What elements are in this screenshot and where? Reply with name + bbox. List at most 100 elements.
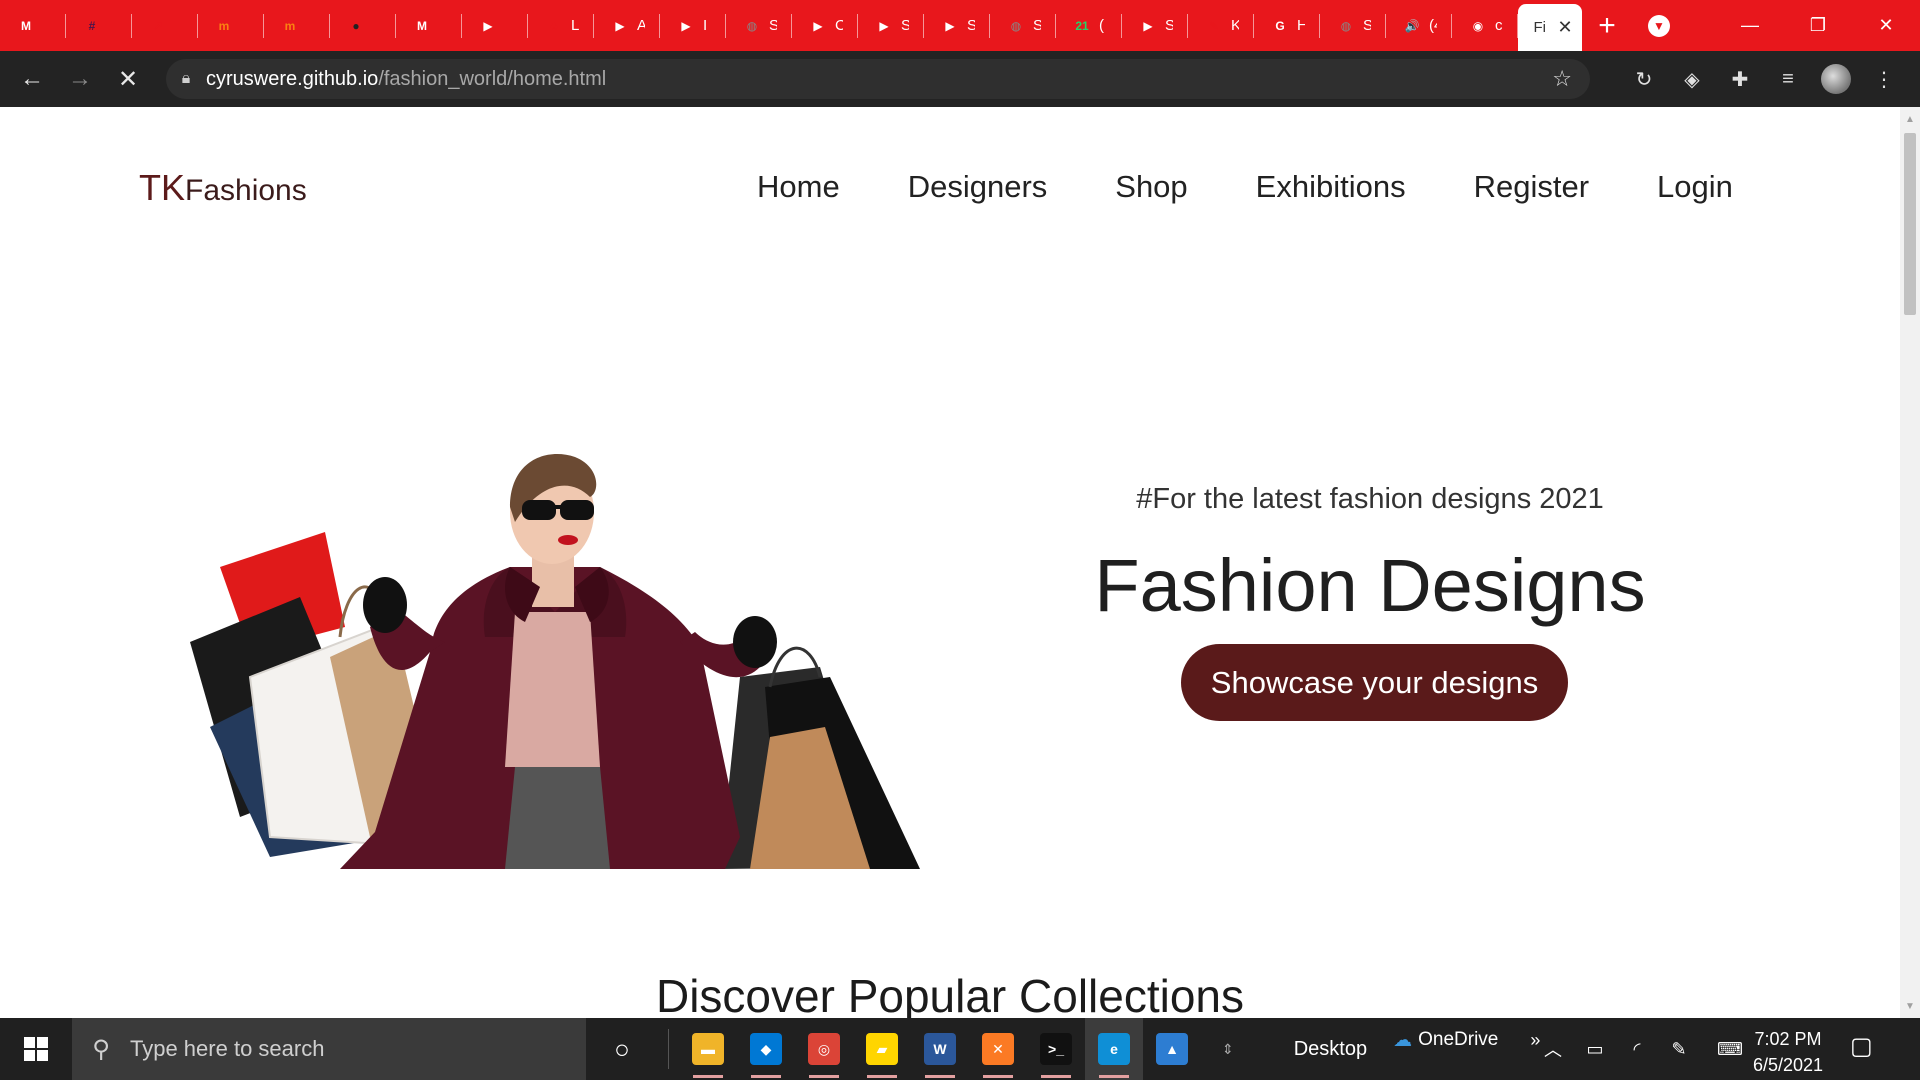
bookmark-star-icon[interactable]: ☆	[1552, 66, 1572, 92]
taskbar-app-button[interactable]: e	[1085, 1018, 1143, 1080]
taskbar-app-button[interactable]: ✕	[969, 1018, 1027, 1080]
taskbar-scroll-icon[interactable]: ⇕	[1222, 1041, 1234, 1058]
taskbar-app-button[interactable]: W	[911, 1018, 969, 1080]
wand-icon: ✎	[1208, 18, 1220, 33]
scroll-down-icon[interactable]: ▼	[1900, 996, 1920, 1016]
tab-title: S	[1033, 17, 1041, 34]
onedrive-toolbar[interactable]: ☁ OneDrive	[1393, 1029, 1498, 1052]
extensions-puzzle-icon[interactable]: ✚	[1716, 51, 1764, 107]
hero-tagline: #For the latest fashion designs 2021	[1136, 483, 1604, 515]
taskbar-app-button[interactable]: ▰	[853, 1018, 911, 1080]
extension-colorful-icon[interactable]: ◈	[1668, 51, 1716, 107]
scroll-up-icon[interactable]: ▲	[1900, 109, 1920, 129]
menu-kebab-icon[interactable]: ⋮	[1860, 51, 1908, 107]
browser-tab[interactable]: ▶ A	[594, 0, 660, 51]
browser-tab[interactable]: GH	[1254, 0, 1320, 51]
stop-loading-button[interactable]: ✕	[104, 51, 152, 107]
browser-tab[interactable]: ▶	[462, 0, 528, 51]
browser-tab[interactable]: ◍ S	[1320, 0, 1386, 51]
speaker-icon: 🔊	[1404, 18, 1420, 33]
browser-tab[interactable]: ▶ C	[792, 0, 858, 51]
browser-tab[interactable]: 🔊 (4	[1386, 0, 1452, 51]
extension-refresh-icon[interactable]: ↻	[1620, 51, 1668, 107]
nav-login[interactable]: Login	[1657, 169, 1733, 205]
site-logo[interactable]: TKFashions	[139, 167, 307, 209]
restore-button[interactable]: ❐	[1784, 0, 1852, 51]
browser-tab[interactable]: #	[66, 0, 132, 51]
tab-title: S	[901, 17, 909, 34]
browser-tab[interactable]: ◍ S	[990, 0, 1056, 51]
browser-tab[interactable]: 21 (	[1056, 0, 1122, 51]
taskbar-clock[interactable]: 7:02 PM 6/5/2021	[1738, 1026, 1838, 1078]
desktop-toolbar[interactable]: Desktop	[1294, 1038, 1367, 1061]
nav-exhibitions[interactable]: Exhibitions	[1256, 169, 1406, 205]
word-icon: W	[924, 1033, 956, 1065]
tab-list: M#↗mm●M▶♣L▶A▶I◍S▶C▶S▶S◍S21(▶S✎KGH◍S🔊(4◉c	[0, 0, 1518, 51]
browser-tab[interactable]: ▶ I	[660, 0, 726, 51]
show-hidden-icons-icon[interactable]: ︿	[1532, 1036, 1574, 1062]
clock-time: 7:02 PM	[1754, 1029, 1822, 1049]
browser-tab[interactable]: ▶ S	[1122, 0, 1188, 51]
battery-icon[interactable]: ▭	[1574, 1039, 1616, 1060]
windows-start-button[interactable]	[0, 1018, 72, 1080]
browser-tab[interactable]: ↗	[132, 0, 198, 51]
browser-tab[interactable]: ✎ K	[1188, 0, 1254, 51]
close-tab-icon[interactable]: ✕	[1557, 17, 1572, 38]
nav-home[interactable]: Home	[757, 169, 840, 205]
page-scrollbar[interactable]: ▲ ▼	[1900, 107, 1920, 1018]
media-control-icon[interactable]: ≡	[1764, 51, 1812, 107]
nav-designers[interactable]: Designers	[908, 169, 1048, 205]
browser-tab[interactable]: ♣ L	[528, 0, 594, 51]
youtube-icon: ▶	[945, 18, 955, 33]
tab-title: S	[967, 17, 975, 34]
edge-icon: e	[1098, 1033, 1130, 1065]
browser-tab[interactable]: ◍ S	[726, 0, 792, 51]
address-bar[interactable]: 🔒︎ cyruswere.github.io /fashion_world/ho…	[166, 59, 1590, 99]
tab-search-icon[interactable]: ▼	[1648, 14, 1670, 37]
browser-tab[interactable]: ▶ S	[858, 0, 924, 51]
browser-tab[interactable]: ▶ S	[924, 0, 990, 51]
nav-shop[interactable]: Shop	[1115, 169, 1187, 205]
windows-logo-icon	[24, 1037, 48, 1061]
pen-icon[interactable]: ✎	[1658, 1039, 1700, 1060]
lock-icon[interactable]: 🔒︎	[166, 70, 206, 88]
browser-tab[interactable]: M	[396, 0, 462, 51]
notification-icon[interactable]: ▢	[1850, 1032, 1873, 1061]
gmail-icon: M	[21, 18, 31, 33]
windows-taskbar: ⚲ Type here to search ○ ▬ ◆ ◎ ▰ W ✕ >_ e ▲ ⇕ Des…	[0, 1018, 1920, 1080]
onedrive-label: OneDrive	[1418, 1029, 1499, 1050]
github-icon: ◉	[1472, 18, 1484, 33]
browser-tab[interactable]: ●	[330, 0, 396, 51]
page-viewport: TKFashions Home Designers Shop Exhibitio…	[0, 107, 1900, 1018]
taskbar-app-button[interactable]: ▲	[1143, 1018, 1201, 1080]
taskbar-app-button[interactable]: ◎	[795, 1018, 853, 1080]
back-button[interactable]: ←	[8, 51, 56, 107]
new-tab-button[interactable]: +	[1582, 0, 1632, 51]
browser-tab[interactable]: m	[264, 0, 330, 51]
showcase-designs-button[interactable]: Showcase your designs	[1181, 644, 1568, 721]
taskbar-app-button[interactable]: ▬	[679, 1018, 737, 1080]
pinned-apps: ▬ ◆ ◎ ▰ W ✕ >_ e ▲	[679, 1018, 1201, 1080]
forward-button[interactable]: →	[56, 51, 104, 107]
browser-tab[interactable]: ◉ c	[1452, 0, 1518, 51]
wifi-icon[interactable]: ◜	[1616, 1039, 1658, 1060]
cortana-icon[interactable]: ○	[586, 1034, 658, 1065]
whatsapp-icon: 21	[1075, 18, 1089, 33]
tab-strip: M#↗mm●M▶♣L▶A▶I◍S▶C▶S▶S◍S21(▶S✎KGH◍S🔊(4◉c…	[0, 0, 1920, 51]
minimize-button[interactable]: —	[1716, 0, 1784, 51]
xampp-icon: ✕	[982, 1033, 1014, 1065]
tab-title: K	[1231, 17, 1239, 34]
scroll-thumb[interactable]	[1904, 133, 1916, 315]
nav-register[interactable]: Register	[1474, 169, 1589, 205]
tab-active[interactable]: Fi ✕	[1518, 4, 1582, 51]
browser-tab[interactable]: M	[0, 0, 66, 51]
close-window-button[interactable]: ✕	[1852, 0, 1920, 51]
search-icon: ⚲	[92, 1035, 110, 1063]
profile-avatar[interactable]	[1812, 51, 1860, 107]
browser-tab[interactable]: m	[198, 0, 264, 51]
youtube-icon: ▶	[813, 18, 823, 33]
tab-title: C	[835, 17, 843, 34]
taskbar-app-button[interactable]: >_	[1027, 1018, 1085, 1080]
taskbar-search-box[interactable]: ⚲ Type here to search	[72, 1018, 586, 1080]
taskbar-app-button[interactable]: ◆	[737, 1018, 795, 1080]
